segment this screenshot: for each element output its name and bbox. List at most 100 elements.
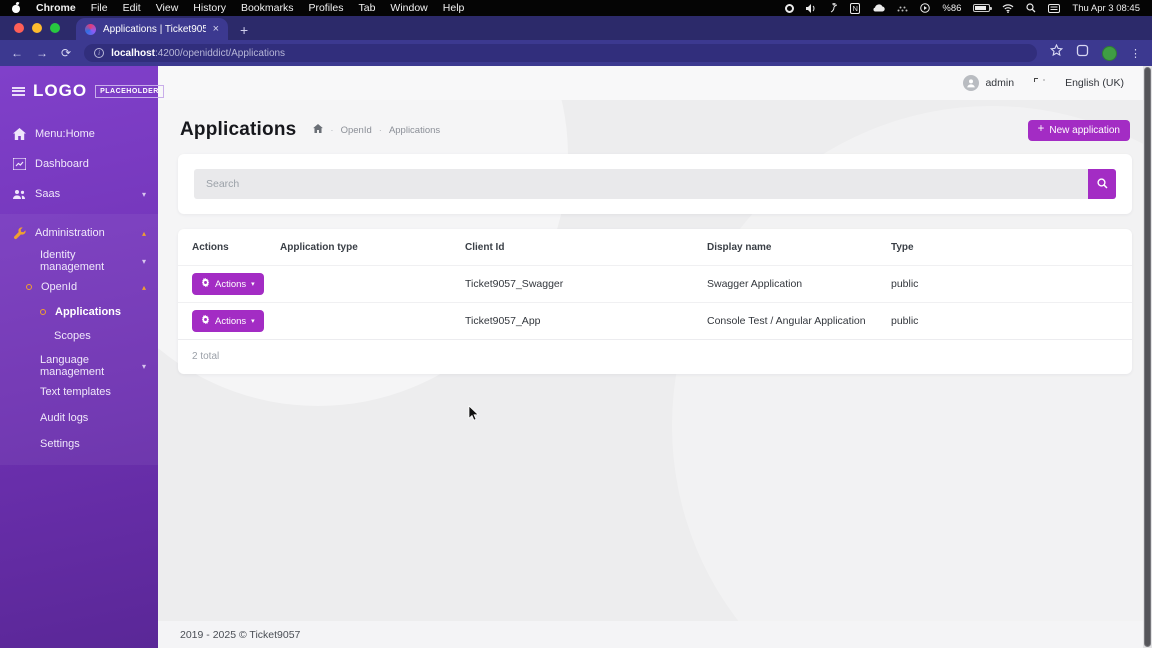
page-footer: 2019 - 2025 © Ticket9057 bbox=[158, 621, 1143, 648]
chevron-down-icon: ▾ bbox=[141, 361, 146, 371]
row-actions-button[interactable]: Actions ▾ bbox=[192, 273, 264, 295]
profile-avatar[interactable] bbox=[1102, 45, 1117, 61]
sidebar-item-saas[interactable]: Saas ▾ bbox=[0, 179, 158, 209]
new-application-button[interactable]: + New application bbox=[1027, 119, 1130, 141]
top-bar: admin English (UK) bbox=[158, 66, 1152, 100]
battery-percent: %86 bbox=[942, 2, 962, 14]
menubar-item-profiles[interactable]: Profiles bbox=[308, 2, 343, 14]
chevron-down-icon: ▾ bbox=[141, 189, 146, 199]
browser-tabbar: Applications | Ticket9057 × + bbox=[0, 16, 1152, 40]
chevron-up-icon: ▴ bbox=[141, 228, 146, 238]
menubar-item-edit[interactable]: Edit bbox=[123, 2, 141, 14]
volume-icon[interactable] bbox=[805, 3, 817, 13]
address-bar[interactable]: i localhost:4200/openiddict/Applications bbox=[84, 44, 1037, 62]
sidebar-item-openid[interactable]: OpenId ▴ bbox=[0, 274, 158, 300]
vertical-scrollbar[interactable] bbox=[1143, 66, 1152, 648]
caret-down-icon: ▾ bbox=[251, 317, 255, 325]
sidebar-item-identity-management[interactable]: Identity management ▾ bbox=[0, 248, 158, 274]
url-host: localhost bbox=[111, 47, 155, 59]
sidebar-item-text-templates[interactable]: Text templates bbox=[0, 379, 158, 405]
user-menu[interactable]: admin bbox=[963, 75, 1014, 91]
browser-menu-icon[interactable]: ⋮ bbox=[1130, 47, 1141, 60]
username: admin bbox=[985, 77, 1015, 89]
close-window-button[interactable] bbox=[14, 23, 24, 33]
notion-icon[interactable]: N bbox=[849, 2, 861, 14]
minimize-window-button[interactable] bbox=[32, 23, 42, 33]
search-icon bbox=[1096, 177, 1108, 192]
breadcrumb-separator: · bbox=[330, 124, 334, 136]
new-tab-button[interactable]: + bbox=[240, 23, 248, 37]
openid-bullet-icon bbox=[26, 284, 32, 290]
row-actions-button[interactable]: Actions ▾ bbox=[192, 310, 264, 332]
cell-type: public bbox=[891, 278, 919, 290]
search-card bbox=[178, 154, 1132, 214]
fullscreen-icon[interactable] bbox=[1034, 77, 1045, 89]
menubar-item-tab[interactable]: Tab bbox=[358, 2, 375, 14]
macos-menubar: Chrome File Edit View History Bookmarks … bbox=[0, 0, 1152, 16]
breadcrumb-home-icon[interactable] bbox=[313, 124, 324, 136]
window-controls bbox=[14, 16, 60, 40]
forward-icon[interactable]: → bbox=[36, 47, 48, 59]
main-area: admin English (UK) Applications · OpenId… bbox=[158, 66, 1152, 648]
tab-title: Applications | Ticket9057 bbox=[103, 23, 206, 35]
menubar-item-bookmarks[interactable]: Bookmarks bbox=[241, 2, 294, 14]
menubar-item-history[interactable]: History bbox=[193, 2, 226, 14]
spotlight-search-icon[interactable] bbox=[1026, 3, 1036, 13]
cell-type: public bbox=[891, 315, 919, 327]
back-icon[interactable]: ← bbox=[11, 47, 23, 59]
cell-client-id: Ticket9057_App bbox=[465, 315, 541, 327]
play-circle-icon[interactable] bbox=[920, 3, 931, 13]
keyboard-layout-icon[interactable] bbox=[1048, 3, 1061, 13]
apple-logo-icon[interactable] bbox=[12, 3, 21, 13]
site-info-icon[interactable]: i bbox=[94, 48, 105, 58]
sidebar-item-dashboard[interactable]: Dashboard bbox=[0, 149, 158, 179]
column-application-type: Application type bbox=[280, 241, 358, 253]
table-row: Actions ▾ Ticket9057_App Console Test / … bbox=[178, 302, 1132, 339]
wrench-icon bbox=[12, 226, 26, 240]
logo-text: LOGO bbox=[33, 81, 88, 100]
record-icon[interactable] bbox=[784, 3, 794, 13]
app-window: LOGO PLACEHOLDER Menu:Home Dashboard Saa… bbox=[0, 66, 1152, 648]
scrollbar-thumb[interactable] bbox=[1144, 67, 1151, 647]
users-icon bbox=[12, 189, 26, 200]
home-icon bbox=[12, 128, 26, 140]
column-client-id: Client Id bbox=[465, 241, 505, 253]
url-text: localhost:4200/openiddict/Applications bbox=[111, 48, 285, 59]
sidebar-item-language-management[interactable]: Language management ▾ bbox=[0, 353, 158, 379]
gear-icon bbox=[201, 278, 210, 290]
tab-close-icon[interactable]: × bbox=[213, 23, 219, 35]
wifi-icon[interactable] bbox=[1002, 3, 1014, 13]
sidebar-item-audit-logs[interactable]: Audit logs bbox=[0, 405, 158, 431]
stage-manager-icon[interactable] bbox=[829, 3, 838, 13]
bookmark-star-icon[interactable] bbox=[1049, 43, 1064, 62]
search-input[interactable] bbox=[194, 169, 1088, 199]
cell-display-name: Console Test / Angular Application bbox=[707, 315, 866, 327]
table-total: 2 total bbox=[178, 339, 1132, 374]
applications-table: Actions Application type Client Id Displ… bbox=[178, 229, 1132, 374]
hamburger-menu-icon[interactable] bbox=[12, 86, 25, 96]
browser-tab-active[interactable]: Applications | Ticket9057 × bbox=[76, 18, 228, 40]
cloud-icon[interactable] bbox=[872, 4, 886, 12]
sidebar-item-applications[interactable]: Applications bbox=[0, 300, 158, 324]
sidebar-item-home[interactable]: Menu:Home bbox=[0, 119, 158, 149]
zoom-window-button[interactable] bbox=[50, 23, 60, 33]
menubar-item-file[interactable]: File bbox=[91, 2, 108, 14]
sidebar-item-settings[interactable]: Settings bbox=[0, 431, 158, 457]
extensions-icon[interactable] bbox=[1076, 44, 1089, 62]
dots-icon[interactable] bbox=[897, 4, 908, 12]
sidebar-item-administration[interactable]: Administration ▴ bbox=[0, 218, 158, 248]
menubar-item-view[interactable]: View bbox=[156, 2, 179, 14]
cell-client-id: Ticket9057_Swagger bbox=[465, 278, 564, 290]
menubar-clock[interactable]: Thu Apr 3 08:45 bbox=[1072, 3, 1140, 14]
search-button[interactable] bbox=[1088, 169, 1116, 199]
language-selector[interactable]: English (UK) bbox=[1065, 77, 1124, 89]
menubar-item-window[interactable]: Window bbox=[390, 2, 427, 14]
breadcrumb-openid[interactable]: OpenId bbox=[341, 125, 372, 136]
breadcrumb-applications: Applications bbox=[388, 124, 441, 136]
sidebar-nav: Menu:Home Dashboard Saas ▾ Administratio… bbox=[0, 119, 158, 465]
gear-icon bbox=[201, 315, 210, 327]
menubar-item-help[interactable]: Help bbox=[443, 2, 465, 14]
reload-icon[interactable]: ⟳ bbox=[61, 47, 71, 59]
sidebar-item-scopes[interactable]: Scopes bbox=[0, 324, 158, 348]
menubar-app-name[interactable]: Chrome bbox=[36, 2, 76, 14]
